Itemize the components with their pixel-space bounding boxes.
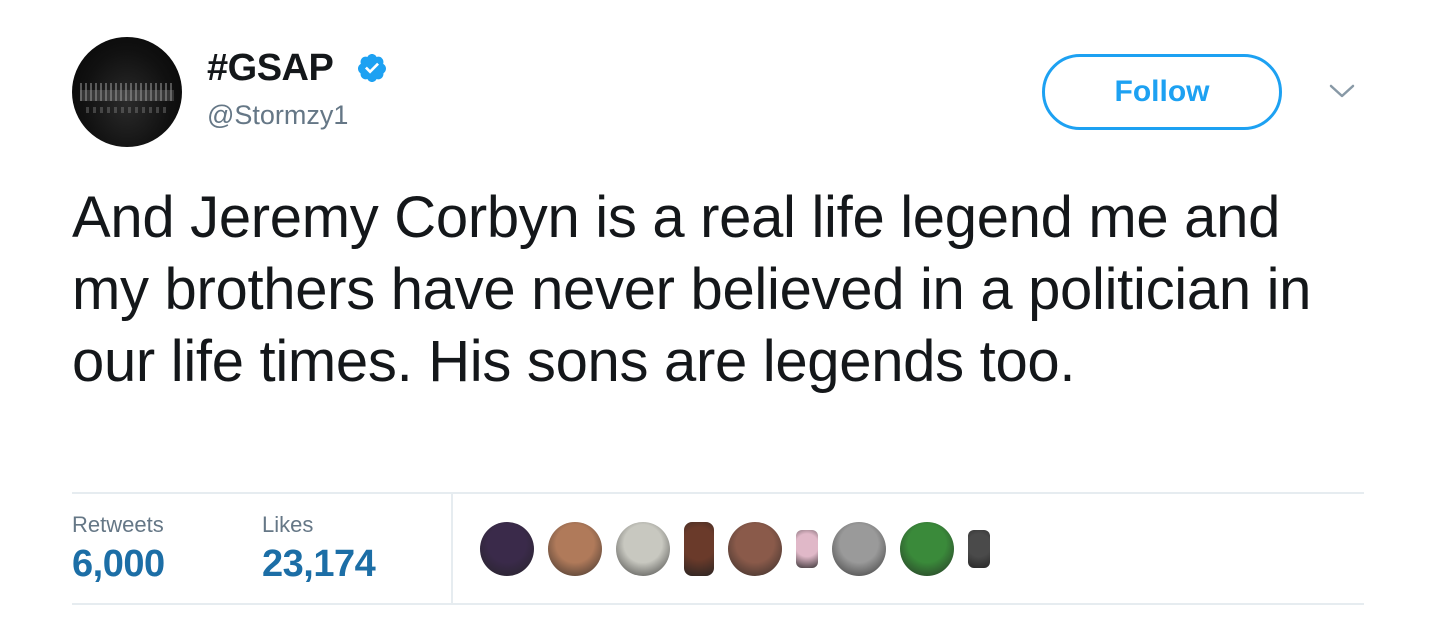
display-name[interactable]: #GSAP: [207, 48, 334, 88]
avatar-reflection: [86, 107, 168, 113]
liker-avatar-8[interactable]: [900, 522, 954, 576]
user-handle[interactable]: @Stormzy1: [207, 100, 348, 130]
tweet-text: And Jeremy Corbyn is a real life legend …: [72, 185, 1312, 394]
liker-avatar-3[interactable]: [616, 522, 670, 576]
chevron-down-icon[interactable]: [1328, 82, 1356, 100]
tweet-card: #GSAP @Stormzy1 Follow And Jeremy Corbyn…: [0, 0, 1440, 629]
follow-button[interactable]: Follow: [1042, 54, 1282, 130]
divider: [72, 603, 1364, 605]
liker-avatar-7[interactable]: [832, 522, 886, 576]
likes-label: Likes: [262, 512, 314, 537]
divider: [72, 492, 1364, 494]
liker-avatar-2[interactable]: [548, 522, 602, 576]
liker-avatar-6[interactable]: [796, 530, 818, 568]
verified-badge-icon: [357, 54, 386, 82]
liker-avatar-1[interactable]: [480, 522, 534, 576]
likes-stat[interactable]: Likes 23,174: [262, 512, 376, 586]
liker-avatar-4[interactable]: [684, 522, 714, 576]
liker-avatar-5[interactable]: [728, 522, 782, 576]
liker-avatar-9[interactable]: [968, 530, 990, 568]
retweets-stat[interactable]: Retweets 6,000: [72, 512, 165, 586]
avatar-skyline: [80, 83, 174, 101]
user-avatar[interactable]: [72, 37, 182, 147]
retweets-count: 6,000: [72, 543, 165, 585]
liker-avatars: [480, 520, 1004, 578]
stats-divider: [451, 494, 453, 603]
retweets-label: Retweets: [72, 512, 164, 537]
likes-count: 23,174: [262, 543, 376, 585]
